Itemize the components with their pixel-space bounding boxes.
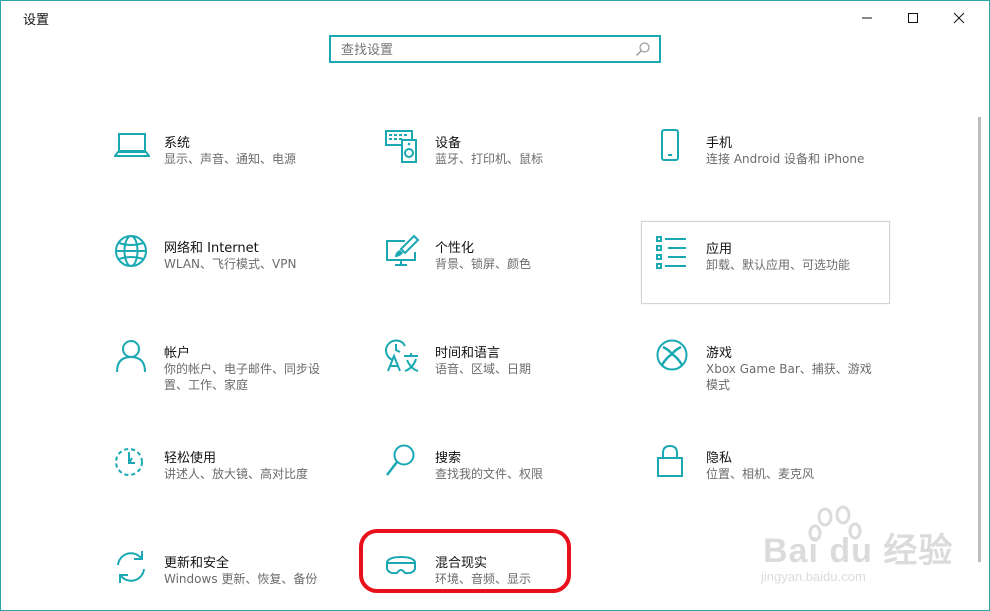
tile-gaming[interactable]: 游戏 Xbox Game Bar、捕获、游戏模式 (656, 339, 902, 419)
maximize-button[interactable] (890, 1, 936, 35)
watermark-brand: Bai du 经验 (763, 532, 954, 570)
tile-devices-name: 设备 (435, 136, 462, 151)
tile-personalization-name: 个性化 (435, 241, 475, 256)
tile-apps-desc: 卸载、默认应用、可选功能 (706, 258, 851, 272)
tile-ease-of-access[interactable]: 轻松使用 讲述人、放大镜、高对比度 (114, 444, 360, 524)
tile-accounts[interactable]: 帐户 你的帐户、电子邮件、同步设置、工作、家庭 (114, 339, 360, 419)
tile-network-name: 网络和 Internet (164, 241, 259, 256)
tile-update-security[interactable]: 更新和安全 Windows 更新、恢复、备份 (114, 549, 360, 599)
tile-personalization[interactable]: 个性化 背景、锁屏、颜色 (385, 234, 631, 314)
tile-devices[interactable]: 设备 蓝牙、打印机、鼠标 (385, 129, 631, 209)
tile-accounts-desc: 你的帐户、电子邮件、同步设置、工作、家庭 (164, 362, 321, 392)
tile-ease-of-access-name: 轻松使用 (164, 451, 217, 466)
tile-search-desc: 查找我的文件、权限 (435, 467, 544, 481)
tile-phone-name: 手机 (706, 136, 733, 151)
paint-icon (386, 234, 420, 266)
ease-of-access-icon (115, 448, 143, 476)
tile-time-language[interactable]: 时间和语言 语音、区域、日期 (385, 339, 631, 419)
tile-system-name: 系统 (164, 136, 191, 151)
tile-apps-name: 应用 (706, 242, 733, 257)
tile-system[interactable]: 系统 显示、声音、通知、电源 (114, 129, 360, 209)
scrollbar[interactable] (978, 117, 981, 562)
xbox-icon (656, 339, 688, 371)
globe-icon (115, 235, 147, 267)
close-icon (953, 12, 965, 24)
search-icon[interactable] (635, 41, 651, 57)
tile-system-desc: 显示、声音、通知、电源 (164, 152, 297, 166)
tile-time-language-desc: 语音、区域、日期 (435, 362, 532, 376)
watermark-url: jingyan.baidu.com (761, 569, 866, 584)
tile-time-language-name: 时间和语言 (435, 346, 501, 361)
search-box[interactable] (329, 35, 661, 63)
lock-icon (657, 444, 683, 477)
person-icon (116, 340, 146, 373)
tile-gaming-desc: Xbox Game Bar、捕获、游戏模式 (706, 362, 872, 392)
tile-update-security-name: 更新和安全 (164, 556, 230, 571)
tile-gaming-name: 游戏 (706, 346, 733, 361)
tile-network-desc: WLAN、飞行模式、VPN (164, 257, 297, 271)
tile-phone-desc: 连接 Android 设备和 iPhone (706, 152, 865, 166)
tile-search[interactable]: 搜索 查找我的文件、权限 (385, 444, 631, 524)
baidu-watermark: Bai du 经验 jingyan.baidu.com (755, 505, 965, 600)
tile-ease-of-access-desc: 讲述人、放大镜、高对比度 (164, 467, 309, 481)
keyboard-speaker-icon (385, 130, 417, 163)
tile-personalization-desc: 背景、锁屏、颜色 (435, 257, 532, 271)
tile-accounts-name: 帐户 (164, 346, 191, 361)
phone-icon (661, 129, 679, 161)
close-button[interactable] (936, 1, 982, 35)
title-bar: 设置 (1, 1, 989, 35)
time-language-icon (385, 339, 419, 372)
apps-list-icon (656, 236, 686, 269)
minimize-button[interactable] (844, 1, 890, 35)
tile-devices-desc: 蓝牙、打印机、鼠标 (435, 152, 544, 166)
maximize-icon (908, 13, 918, 23)
tile-update-security-desc: Windows 更新、恢复、备份 (164, 572, 318, 586)
tile-search-name: 搜索 (435, 451, 462, 466)
highlight-annotation (359, 529, 571, 593)
tile-network[interactable]: 网络和 Internet WLAN、飞行模式、VPN (114, 234, 360, 314)
tile-privacy-desc: 位置、相机、麦克风 (706, 467, 815, 481)
tile-privacy-name: 隐私 (706, 451, 733, 466)
tile-phone[interactable]: 手机 连接 Android 设备和 iPhone (656, 129, 902, 209)
search-input[interactable] (339, 40, 633, 60)
magnifier-icon (386, 444, 415, 476)
sync-icon (117, 551, 145, 583)
laptop-icon (114, 133, 150, 157)
minimize-icon (862, 17, 872, 19)
window-title: 设置 (23, 13, 50, 28)
tile-apps[interactable]: 应用 卸载、默认应用、可选功能 (641, 221, 890, 304)
